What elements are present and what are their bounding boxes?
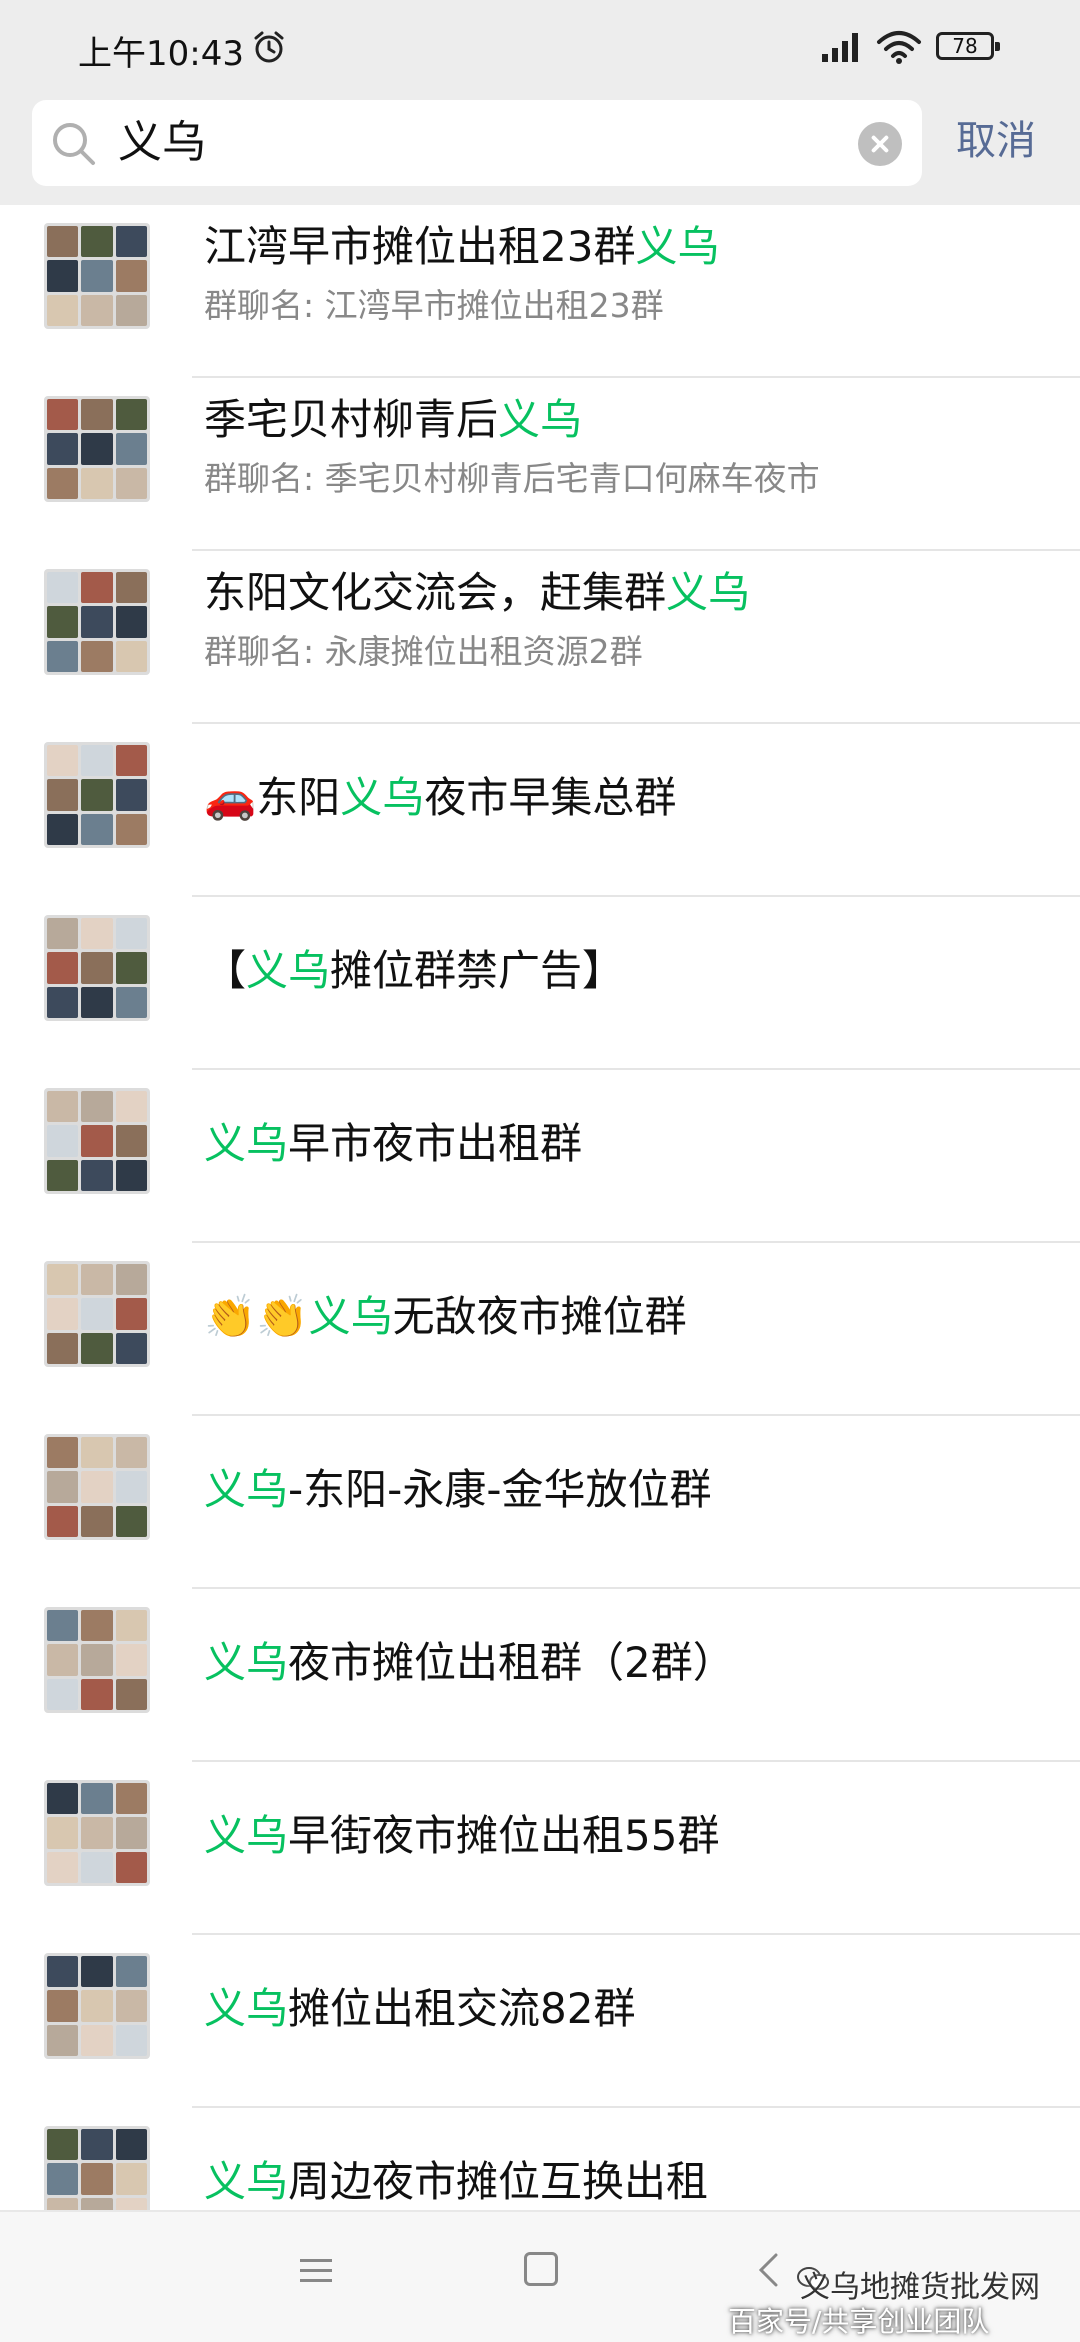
group-avatar (44, 1953, 150, 2059)
search-result-row[interactable]: 🚗东阳义乌夜市早集总群 (0, 724, 1080, 897)
result-title: 🚗东阳义乌夜市早集总群 (204, 772, 676, 824)
result-title-match: 义乌 (204, 1638, 289, 1687)
home-icon[interactable] (524, 2252, 558, 2286)
search-result-row[interactable]: 义乌夜市摊位出租群（2群） (0, 1589, 1080, 1762)
result-title: 义乌早市夜市出租群 (204, 1118, 582, 1170)
group-avatar (44, 1261, 150, 1367)
result-title-suffix: -东阳-永康-金华放位群 (288, 1465, 712, 1514)
search-result-row[interactable]: 义乌-东阳-永康-金华放位群 (0, 1416, 1080, 1589)
result-title-match: 义乌 (204, 2157, 289, 2206)
result-title: 义乌夜市摊位出租群（2群） (204, 1637, 735, 1689)
result-title-prefix: 🚗东阳 (204, 773, 341, 822)
result-title-match: 义乌 (666, 568, 751, 617)
result-title: 江湾早市摊位出租23群义乌 (204, 221, 719, 273)
battery-icon: 78 (936, 32, 1000, 60)
search-result-row[interactable]: 义乌摊位出租交流82群 (0, 1935, 1080, 2108)
result-title-prefix: 季宅贝村柳青后 (204, 395, 499, 444)
result-title-suffix: 摊位出租交流82群 (288, 1984, 636, 2033)
alarm-icon (254, 31, 284, 63)
result-subtitle: 群聊名: 季宅贝村柳青后宅青口何麻车夜市 (204, 459, 820, 498)
status-time: 上午10:43 (78, 34, 244, 74)
result-title: 👏👏义乌无敌夜市摊位群 (204, 1291, 687, 1343)
group-avatar (44, 1780, 150, 1886)
clear-search-icon[interactable] (858, 122, 902, 166)
result-title: 义乌周边夜市摊位互换出租 (204, 2156, 708, 2208)
result-title-match: 义乌 (204, 1465, 289, 1514)
search-result-row[interactable]: 义乌早街夜市摊位出租55群 (0, 1762, 1080, 1935)
result-subtitle: 群聊名: 永康摊位出租资源2群 (204, 632, 643, 671)
result-title: 义乌摊位出租交流82群 (204, 1983, 635, 2035)
group-avatar (44, 742, 150, 848)
result-title-match: 义乌 (204, 1119, 289, 1168)
search-result-row[interactable]: 东阳文化交流会，赶集群义乌 群聊名: 永康摊位出租资源2群 (0, 551, 1080, 724)
result-title-prefix: 【 (204, 946, 247, 995)
result-title-suffix: 摊位群禁广告】 (330, 946, 625, 995)
search-box[interactable]: 义乌 (32, 100, 922, 186)
result-title-match: 义乌 (204, 1811, 289, 1860)
search-input[interactable]: 义乌 (118, 118, 206, 168)
wifi-icon (877, 31, 921, 64)
search-result-row[interactable]: 👏👏义乌无敌夜市摊位群 (0, 1243, 1080, 1416)
result-title-match: 义乌 (340, 773, 425, 822)
result-title-prefix: 江湾早市摊位出租23群 (204, 222, 636, 271)
result-title: 义乌早街夜市摊位出租55群 (204, 1810, 719, 1862)
result-title: 东阳文化交流会，赶集群义乌 (204, 567, 750, 619)
result-title-suffix: 早街夜市摊位出租55群 (288, 1811, 720, 1860)
search-result-row[interactable]: 江湾早市摊位出租23群义乌群聊名: 江湾早市摊位出租23群 (0, 205, 1080, 378)
search-result-row[interactable]: 季宅贝村柳青后义乌群聊名: 季宅贝村柳青后宅青口何麻车夜市 (0, 378, 1080, 551)
result-title-match: 义乌 (498, 395, 583, 444)
result-title-suffix: 夜市早集总群 (424, 773, 677, 822)
result-title-suffix: 早市夜市出租群 (288, 1119, 583, 1168)
result-title-match: 义乌 (308, 1292, 393, 1341)
group-avatar (44, 223, 150, 329)
result-title-suffix: 无敌夜市摊位群 (392, 1292, 687, 1341)
group-avatar (44, 396, 150, 502)
result-title-match: 义乌 (635, 222, 720, 271)
search-icon (53, 123, 95, 165)
group-avatar (44, 1607, 150, 1713)
result-title-match: 义乌 (204, 1984, 289, 2033)
result-title: 季宅贝村柳青后义乌 (204, 394, 582, 446)
result-title-prefix: 东阳文化交流会，赶集群 (204, 568, 667, 617)
result-title-prefix: 👏👏 (204, 1292, 309, 1341)
back-icon[interactable] (756, 2252, 782, 2288)
group-avatar (44, 915, 150, 1021)
cellular-signal-icon (822, 33, 858, 62)
result-title-suffix: 周边夜市摊位互换出租 (288, 2157, 709, 2206)
cancel-button[interactable]: 取消 (956, 116, 1036, 166)
result-title: 【义乌摊位群禁广告】 (204, 945, 624, 997)
result-title-suffix: 夜市摊位出租群（2群） (288, 1638, 735, 1687)
result-title: 义乌-东阳-永康-金华放位群 (204, 1464, 711, 1516)
menu-icon[interactable] (298, 2256, 334, 2286)
result-subtitle: 群聊名: 江湾早市摊位出租23群 (204, 286, 664, 325)
status-bar: 上午10:43 78 (0, 0, 1080, 98)
group-avatar (44, 569, 150, 675)
group-avatar (44, 1434, 150, 1540)
search-result-row[interactable]: 【义乌摊位群禁广告】 (0, 897, 1080, 1070)
result-title-match: 义乌 (246, 946, 331, 995)
group-avatar (44, 1088, 150, 1194)
watermark-source: 百家号/共享创业团队 (728, 2305, 990, 2338)
top-bar: 上午10:43 78 义乌 取消 (0, 0, 1080, 205)
search-result-row[interactable]: 义乌早市夜市出租群 (0, 1070, 1080, 1243)
